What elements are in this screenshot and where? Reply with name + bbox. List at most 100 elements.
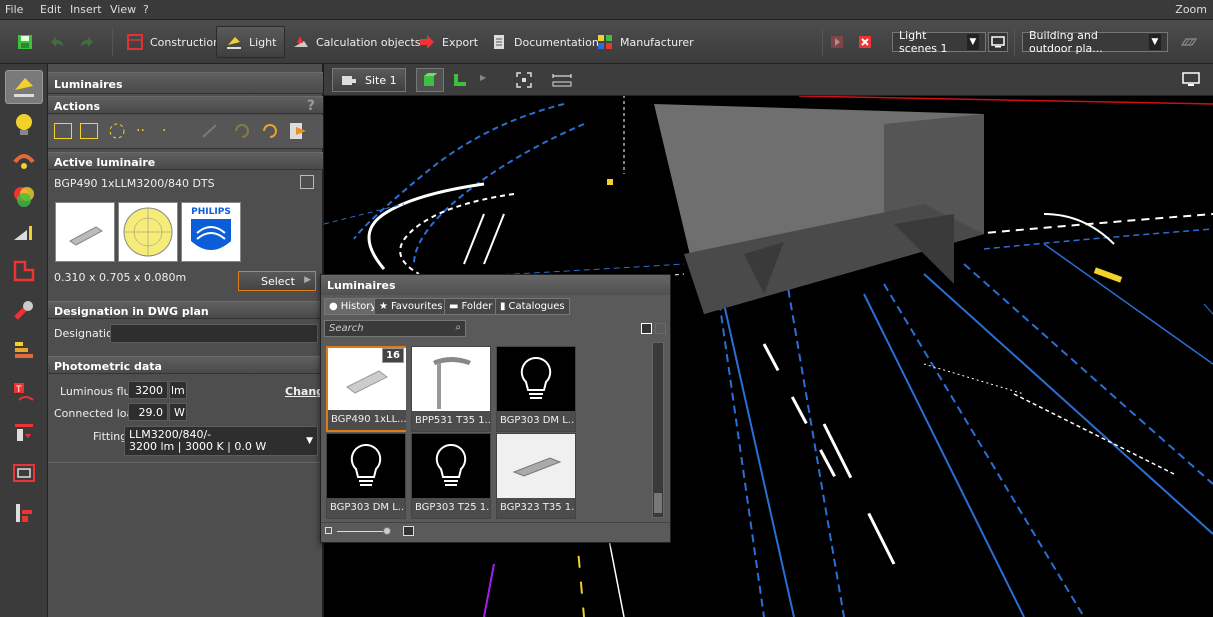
connected-load-value[interactable]: 29.0	[128, 403, 168, 421]
arrangement-tool-button[interactable]	[5, 144, 43, 178]
tab-folder[interactable]: ▬ Folder	[444, 298, 498, 315]
export-luminaire-icon[interactable]	[288, 121, 308, 141]
luminaires-panel: Luminaires Actions ? ·· · Active luminai…	[48, 64, 332, 617]
point-icon[interactable]: ·	[162, 123, 180, 139]
menu-edit[interactable]: Edit	[40, 3, 61, 16]
light-bulb-tool-button[interactable]	[5, 108, 43, 142]
measure-button[interactable]	[550, 70, 574, 90]
light-scenes-dropdown[interactable]: Light scenes 1 ▼	[892, 29, 986, 55]
help-icon[interactable]: ?	[307, 98, 315, 114]
zoom-menu[interactable]: Zoom	[1175, 3, 1207, 16]
viewport-toolbar: Site 1 ▶	[324, 64, 1213, 96]
menu-help[interactable]: ?	[143, 3, 149, 16]
luminaire-item-label: BGP303 T25 1...	[412, 498, 490, 518]
room-tool-button[interactable]	[5, 254, 43, 288]
list-view-toggle[interactable]	[655, 323, 666, 334]
chevron-right-icon[interactable]: ▶	[480, 73, 486, 82]
history-icon: ●	[329, 301, 338, 312]
calculation-objects-icon	[294, 36, 308, 47]
popup-footer	[321, 522, 670, 542]
luminaire-item-2[interactable]: BPP531 T35 1...	[411, 346, 491, 432]
dotted-line-icon[interactable]: ··	[136, 123, 154, 139]
folder-icon: ▬	[449, 301, 459, 312]
search-input[interactable]: Search ⌕	[324, 320, 466, 337]
frame-tool-button[interactable]	[5, 456, 43, 490]
refresh-icon[interactable]	[260, 123, 280, 139]
luminaire-item-5[interactable]: BGP303 T25 1...	[411, 433, 491, 519]
building-outdoor-value: Building and outdoor pla...	[1029, 29, 1103, 55]
luminaire-photo	[55, 202, 115, 262]
fullscreen-button[interactable]	[1182, 71, 1200, 87]
tab-history[interactable]: ● History	[324, 298, 382, 315]
tab-calculation-objects[interactable]: Calculation objects	[284, 26, 429, 58]
luminaires-tool-button[interactable]	[5, 70, 43, 104]
rotate-icon[interactable]	[232, 123, 252, 139]
tab-history-label: History	[340, 301, 377, 312]
thumbnail-size-slider[interactable]	[337, 531, 387, 532]
tab-favourites-label: Favourites	[390, 301, 443, 312]
slider-handle[interactable]	[383, 527, 391, 535]
grid-view-toggle[interactable]	[641, 323, 652, 334]
scrollbar-thumb[interactable]	[654, 493, 662, 513]
layers-button[interactable]	[1180, 26, 1198, 58]
color-tool-button[interactable]	[5, 180, 43, 214]
fitting-label: Fitting	[93, 430, 128, 443]
fit-view-button[interactable]	[514, 70, 534, 90]
tab-catalogues[interactable]: ▮ Catalogues	[495, 298, 570, 315]
insert-tool-button[interactable]	[5, 416, 43, 450]
tab-favourites[interactable]: ★ Favourites	[374, 298, 448, 315]
small-thumb-icon	[325, 527, 332, 534]
color-wheel-icon	[14, 187, 34, 207]
undo-button[interactable]	[48, 26, 66, 58]
designation-input[interactable]	[110, 324, 318, 343]
save-button[interactable]	[16, 26, 34, 58]
light-scene-settings-button[interactable]	[988, 32, 1008, 52]
delete-light-scene-button[interactable]	[856, 26, 874, 58]
aim-icon	[14, 226, 32, 240]
text-tool-button[interactable]: T	[5, 376, 43, 410]
play-light-button[interactable]	[828, 26, 846, 58]
undo-icon	[51, 37, 63, 47]
tab-export[interactable]: Export	[410, 26, 486, 58]
luminous-flux-value[interactable]: 3200	[128, 381, 168, 399]
fitting-dropdown[interactable]: LLM3200/840/- 3200 lm | 3000 K | 0.0 W ▼	[124, 426, 318, 456]
panel-title: Luminaires	[48, 72, 323, 94]
circle-arrangement-icon[interactable]	[106, 121, 128, 141]
luminaire-item-3[interactable]: BGP303 DM L...	[496, 346, 576, 432]
luminaire-item-label: BGP303 DM L...	[497, 411, 575, 431]
tab-manufacturer[interactable]: Manufacturer	[588, 26, 702, 58]
left-tool-strip: T	[0, 64, 48, 617]
fitting-line2: 3200 lm | 3000 K | 0.0 W	[129, 440, 267, 453]
select-luminaire-button[interactable]: Select ▶	[238, 271, 316, 291]
aim-tool-button[interactable]	[5, 216, 43, 250]
menu-view[interactable]: View	[110, 3, 136, 16]
luminaire-item-1[interactable]: 16 BGP490 1xLL...	[326, 346, 406, 432]
tab-light[interactable]: Light	[216, 26, 286, 58]
site-selector-button[interactable]: Site 1	[332, 68, 406, 92]
edit-wand-icon[interactable]	[200, 123, 220, 139]
redo-button[interactable]	[78, 26, 96, 58]
menu-insert[interactable]: Insert	[70, 3, 102, 16]
tab-construction[interactable]: Construction	[118, 26, 228, 58]
3d-view-button[interactable]	[416, 68, 444, 92]
popup-scrollbar[interactable]	[652, 342, 664, 518]
lamp-icon	[227, 37, 241, 49]
tools-button[interactable]	[5, 294, 43, 328]
chevron-down-icon: ▼	[966, 34, 979, 50]
levels-tool-button[interactable]	[5, 334, 43, 368]
building-outdoor-dropdown[interactable]: Building and outdoor pla... ▼	[1022, 29, 1168, 55]
manufacturer-logo: PHILIPS	[181, 202, 241, 262]
stairs-tool-button[interactable]	[5, 496, 43, 530]
play-icon	[831, 36, 843, 48]
single-luminaire-icon[interactable]	[54, 123, 72, 139]
line-arrangement-icon[interactable]	[80, 123, 98, 139]
luminaire-item-6[interactable]: BGP323 T35 1...	[496, 433, 576, 519]
plan-view-button[interactable]	[448, 68, 472, 92]
main-toolbar: Construction Light Calculation objects E…	[0, 20, 1213, 64]
panel-divider	[48, 462, 323, 463]
select-button-label: Select	[261, 275, 295, 288]
luminaire-details-icon[interactable]	[300, 175, 314, 189]
site-label: Site 1	[365, 73, 397, 87]
luminaire-item-4[interactable]: BGP303 DM L...	[326, 433, 406, 519]
menu-file[interactable]: File	[5, 3, 23, 16]
